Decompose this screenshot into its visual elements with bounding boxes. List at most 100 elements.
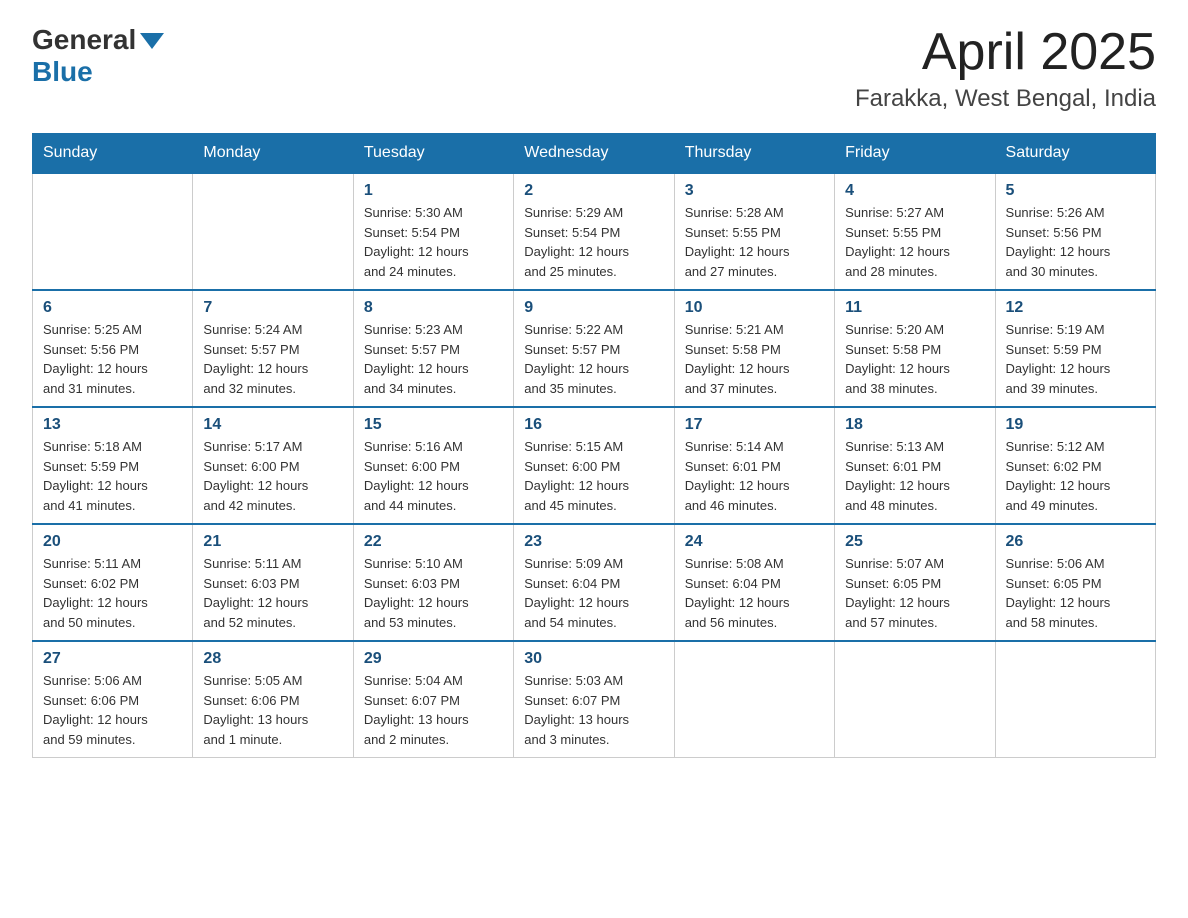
day-info: Sunrise: 5:23 AM Sunset: 5:57 PM Dayligh…	[364, 320, 503, 398]
day-number: 11	[845, 299, 984, 317]
day-info: Sunrise: 5:20 AM Sunset: 5:58 PM Dayligh…	[845, 320, 984, 398]
day-number: 1	[364, 182, 503, 200]
day-number: 16	[524, 416, 663, 434]
calendar-cell: 16 Sunrise: 5:15 AM Sunset: 6:00 PM Dayli…	[514, 407, 674, 524]
logo-blue-text: Blue	[32, 56, 93, 87]
day-info: Sunrise: 5:03 AM Sunset: 6:07 PM Dayligh…	[524, 671, 663, 749]
day-info: Sunrise: 5:30 AM Sunset: 5:54 PM Dayligh…	[364, 203, 503, 281]
calendar-cell: 22 Sunrise: 5:10 AM Sunset: 6:03 PM Dayli…	[353, 524, 513, 641]
calendar-table: SundayMondayTuesdayWednesdayThursdayFrid…	[32, 133, 1156, 758]
day-number: 29	[364, 650, 503, 668]
day-info: Sunrise: 5:14 AM Sunset: 6:01 PM Dayligh…	[685, 437, 824, 515]
day-info: Sunrise: 5:16 AM Sunset: 6:00 PM Dayligh…	[364, 437, 503, 515]
calendar-cell: 4Sunrise: 5:27 AM Sunset: 5:55 PM Daylig…	[835, 173, 995, 290]
day-info: Sunrise: 5:13 AM Sunset: 6:01 PM Dayligh…	[845, 437, 984, 515]
day-number: 2	[524, 182, 663, 200]
calendar-week-3: 13 Sunrise: 5:18 AM Sunset: 5:59 PM Dayli…	[33, 407, 1156, 524]
logo: General Blue	[32, 24, 166, 88]
calendar-week-1: 1 Sunrise: 5:30 AM Sunset: 5:54 PM Daylig…	[33, 173, 1156, 290]
weekday-header-tuesday: Tuesday	[353, 134, 513, 174]
day-number: 19	[1006, 416, 1145, 434]
day-info: Sunrise: 5:15 AM Sunset: 6:00 PM Dayligh…	[524, 437, 663, 515]
calendar-cell: 30 Sunrise: 5:03 AM Sunset: 6:07 PM Dayli…	[514, 641, 674, 758]
day-number: 30	[524, 650, 663, 668]
day-info: Sunrise: 5:04 AM Sunset: 6:07 PM Dayligh…	[364, 671, 503, 749]
day-number: 4	[845, 182, 984, 200]
calendar-cell: 26Sunrise: 5:06 AM Sunset: 6:05 PM Dayli…	[995, 524, 1155, 641]
day-info: Sunrise: 5:05 AM Sunset: 6:06 PM Dayligh…	[203, 671, 342, 749]
calendar-cell: 6 Sunrise: 5:25 AM Sunset: 5:56 PM Daylig…	[33, 290, 193, 407]
day-info: Sunrise: 5:08 AM Sunset: 6:04 PM Dayligh…	[685, 554, 824, 632]
day-info: Sunrise: 5:28 AM Sunset: 5:55 PM Dayligh…	[685, 203, 824, 281]
day-number: 22	[364, 533, 503, 551]
day-number: 14	[203, 416, 342, 434]
calendar-cell: 2Sunrise: 5:29 AM Sunset: 5:54 PM Daylig…	[514, 173, 674, 290]
calendar-week-5: 27 Sunrise: 5:06 AM Sunset: 6:06 PM Dayli…	[33, 641, 1156, 758]
day-number: 21	[203, 533, 342, 551]
calendar-cell: 20 Sunrise: 5:11 AM Sunset: 6:02 PM Dayli…	[33, 524, 193, 641]
day-number: 27	[43, 650, 182, 668]
calendar-cell: 9 Sunrise: 5:22 AM Sunset: 5:57 PM Daylig…	[514, 290, 674, 407]
day-number: 25	[845, 533, 984, 551]
page-header: General Blue April 2025 Farakka, West Be…	[32, 24, 1156, 113]
day-info: Sunrise: 5:25 AM Sunset: 5:56 PM Dayligh…	[43, 320, 182, 398]
calendar-cell	[674, 641, 834, 758]
day-info: Sunrise: 5:17 AM Sunset: 6:00 PM Dayligh…	[203, 437, 342, 515]
weekday-header-wednesday: Wednesday	[514, 134, 674, 174]
day-number: 15	[364, 416, 503, 434]
day-info: Sunrise: 5:11 AM Sunset: 6:02 PM Dayligh…	[43, 554, 182, 632]
day-info: Sunrise: 5:19 AM Sunset: 5:59 PM Dayligh…	[1006, 320, 1145, 398]
logo-triangle-icon	[138, 27, 166, 55]
day-info: Sunrise: 5:06 AM Sunset: 6:06 PM Dayligh…	[43, 671, 182, 749]
day-info: Sunrise: 5:26 AM Sunset: 5:56 PM Dayligh…	[1006, 203, 1145, 281]
page-title: April 2025	[855, 24, 1156, 81]
calendar-cell: 12Sunrise: 5:19 AM Sunset: 5:59 PM Dayli…	[995, 290, 1155, 407]
day-number: 10	[685, 299, 824, 317]
calendar-week-4: 20 Sunrise: 5:11 AM Sunset: 6:02 PM Dayli…	[33, 524, 1156, 641]
day-info: Sunrise: 5:22 AM Sunset: 5:57 PM Dayligh…	[524, 320, 663, 398]
day-number: 28	[203, 650, 342, 668]
calendar-week-2: 6 Sunrise: 5:25 AM Sunset: 5:56 PM Daylig…	[33, 290, 1156, 407]
day-number: 23	[524, 533, 663, 551]
day-number: 13	[43, 416, 182, 434]
calendar-cell: 10Sunrise: 5:21 AM Sunset: 5:58 PM Dayli…	[674, 290, 834, 407]
calendar-cell: 27 Sunrise: 5:06 AM Sunset: 6:06 PM Dayli…	[33, 641, 193, 758]
calendar-cell	[33, 173, 193, 290]
calendar-cell	[995, 641, 1155, 758]
calendar-cell: 24Sunrise: 5:08 AM Sunset: 6:04 PM Dayli…	[674, 524, 834, 641]
calendar-cell: 29 Sunrise: 5:04 AM Sunset: 6:07 PM Dayli…	[353, 641, 513, 758]
day-number: 7	[203, 299, 342, 317]
day-number: 20	[43, 533, 182, 551]
day-info: Sunrise: 5:11 AM Sunset: 6:03 PM Dayligh…	[203, 554, 342, 632]
location-subtitle: Farakka, West Bengal, India	[855, 85, 1156, 113]
day-number: 9	[524, 299, 663, 317]
calendar-cell: 1 Sunrise: 5:30 AM Sunset: 5:54 PM Daylig…	[353, 173, 513, 290]
day-info: Sunrise: 5:24 AM Sunset: 5:57 PM Dayligh…	[203, 320, 342, 398]
day-number: 26	[1006, 533, 1145, 551]
calendar-cell: 17Sunrise: 5:14 AM Sunset: 6:01 PM Dayli…	[674, 407, 834, 524]
day-info: Sunrise: 5:07 AM Sunset: 6:05 PM Dayligh…	[845, 554, 984, 632]
weekday-header-saturday: Saturday	[995, 134, 1155, 174]
calendar-cell: 3 Sunrise: 5:28 AM Sunset: 5:55 PM Daylig…	[674, 173, 834, 290]
day-info: Sunrise: 5:09 AM Sunset: 6:04 PM Dayligh…	[524, 554, 663, 632]
day-info: Sunrise: 5:12 AM Sunset: 6:02 PM Dayligh…	[1006, 437, 1145, 515]
calendar-cell: 7 Sunrise: 5:24 AM Sunset: 5:57 PM Daylig…	[193, 290, 353, 407]
day-info: Sunrise: 5:10 AM Sunset: 6:03 PM Dayligh…	[364, 554, 503, 632]
calendar-cell: 11 Sunrise: 5:20 AM Sunset: 5:58 PM Dayli…	[835, 290, 995, 407]
day-number: 18	[845, 416, 984, 434]
weekday-header-thursday: Thursday	[674, 134, 834, 174]
calendar-cell	[193, 173, 353, 290]
day-info: Sunrise: 5:18 AM Sunset: 5:59 PM Dayligh…	[43, 437, 182, 515]
calendar-cell: 5Sunrise: 5:26 AM Sunset: 5:56 PM Daylig…	[995, 173, 1155, 290]
day-number: 3	[685, 182, 824, 200]
calendar-cell: 19 Sunrise: 5:12 AM Sunset: 6:02 PM Dayli…	[995, 407, 1155, 524]
calendar-cell: 13 Sunrise: 5:18 AM Sunset: 5:59 PM Dayli…	[33, 407, 193, 524]
day-number: 8	[364, 299, 503, 317]
weekday-header-row: SundayMondayTuesdayWednesdayThursdayFrid…	[33, 134, 1156, 174]
calendar-cell: 18 Sunrise: 5:13 AM Sunset: 6:01 PM Dayli…	[835, 407, 995, 524]
weekday-header-sunday: Sunday	[33, 134, 193, 174]
day-number: 6	[43, 299, 182, 317]
calendar-cell: 28 Sunrise: 5:05 AM Sunset: 6:06 PM Dayli…	[193, 641, 353, 758]
logo-general-text: General	[32, 24, 136, 56]
weekday-header-friday: Friday	[835, 134, 995, 174]
